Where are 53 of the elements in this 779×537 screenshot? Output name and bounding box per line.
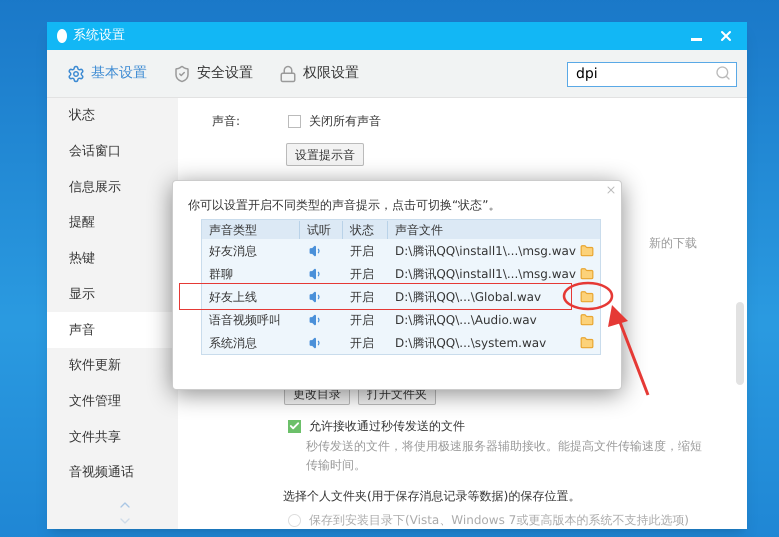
table-cell-text: 系统消息 xyxy=(208,334,258,352)
search-field[interactable]: dpi xyxy=(567,62,737,86)
sidebar-item[interactable]: 音视频通话 xyxy=(47,455,178,492)
checkbox-label: 关闭所有声音 xyxy=(309,113,381,130)
minimize-icon xyxy=(690,38,702,40)
table-cell[interactable]: 开启 xyxy=(342,288,387,306)
scrollbar-thumb[interactable] xyxy=(736,302,744,385)
table-cell-text: D:\腾讯QQ\...\Audio.wav xyxy=(394,312,538,328)
table-cell-text: D:\腾讯QQ\...\Global.wav xyxy=(394,288,542,306)
sound-label: 声音: xyxy=(212,113,242,130)
folder-icon[interactable] xyxy=(579,266,595,280)
search-icon[interactable] xyxy=(715,65,731,81)
table-cell-text: 语音视频呼叫 xyxy=(208,312,282,328)
folder-icon[interactable] xyxy=(579,336,595,350)
dialog-instruction: 你可以设置开启不同类型的声音提示，点击可切换“状态”。 xyxy=(188,197,502,214)
checkbox[interactable] xyxy=(288,114,301,128)
section-title: 选择个人文件夹(用于保存消息记录等数据)的保存位置。 xyxy=(283,488,582,505)
partial-text: 新的下载 xyxy=(649,235,697,252)
window-title: 系统设置 xyxy=(73,27,125,46)
close-icon xyxy=(605,184,617,196)
column-header: 声音类型 xyxy=(208,222,258,238)
column-header: 声音文件 xyxy=(387,220,600,238)
column-header: 状态 xyxy=(342,220,387,238)
sidebar-item[interactable]: 文件共享 xyxy=(47,420,178,456)
table-cell-text: 好友消息 xyxy=(208,242,258,260)
settings-tab[interactable]: 权限设置 xyxy=(279,63,359,84)
set-sound-button[interactable]: 设置提示音 xyxy=(286,143,364,166)
checkbox-label: 允许接收通过秒传发送的文件 xyxy=(309,418,465,435)
sidebar-item[interactable]: 文件管理 xyxy=(47,384,178,420)
table-cell[interactable]: 开启 xyxy=(342,310,387,328)
table-cell-text: 好友上线 xyxy=(208,288,258,306)
description-text: 秒传发送的文件，将使用极速服务器辅助接收。能提高文件传输速度，缩短传输时间。 xyxy=(306,438,703,474)
lock-icon xyxy=(279,64,297,82)
checkbox[interactable] xyxy=(288,420,301,432)
table-cell[interactable]: 开启 xyxy=(342,264,387,282)
table-cell[interactable]: 开启 xyxy=(342,334,387,352)
folder-icon[interactable] xyxy=(579,290,595,304)
folder-icon[interactable] xyxy=(579,312,595,326)
sidebar-item[interactable]: 状态 xyxy=(47,98,178,134)
table-cell[interactable]: 开启 xyxy=(342,242,387,260)
close-icon xyxy=(718,28,734,44)
sidebar-item[interactable]: 会话窗口 xyxy=(47,134,178,170)
table-cell-text: D:\腾讯QQ\install1\...\msg.wav xyxy=(394,266,577,282)
column-header: 试听 xyxy=(299,220,342,238)
table-cell-text: D:\腾讯QQ\install1\...\msg.wav xyxy=(394,242,577,260)
table-cell-text: D:\腾讯QQ\...\system.wav xyxy=(394,334,548,352)
settings-tab[interactable]: 安全设置 xyxy=(173,63,253,84)
table-cell-text: 群聊 xyxy=(208,266,234,282)
highlight-ellipse xyxy=(562,281,614,311)
folder-icon[interactable] xyxy=(579,244,595,258)
gear-icon xyxy=(67,64,85,82)
shield-icon xyxy=(173,64,191,82)
radio-label: 保存到安装目录下(Vista、Windows 7或更高版本的系统不支持此选项) xyxy=(309,512,689,529)
